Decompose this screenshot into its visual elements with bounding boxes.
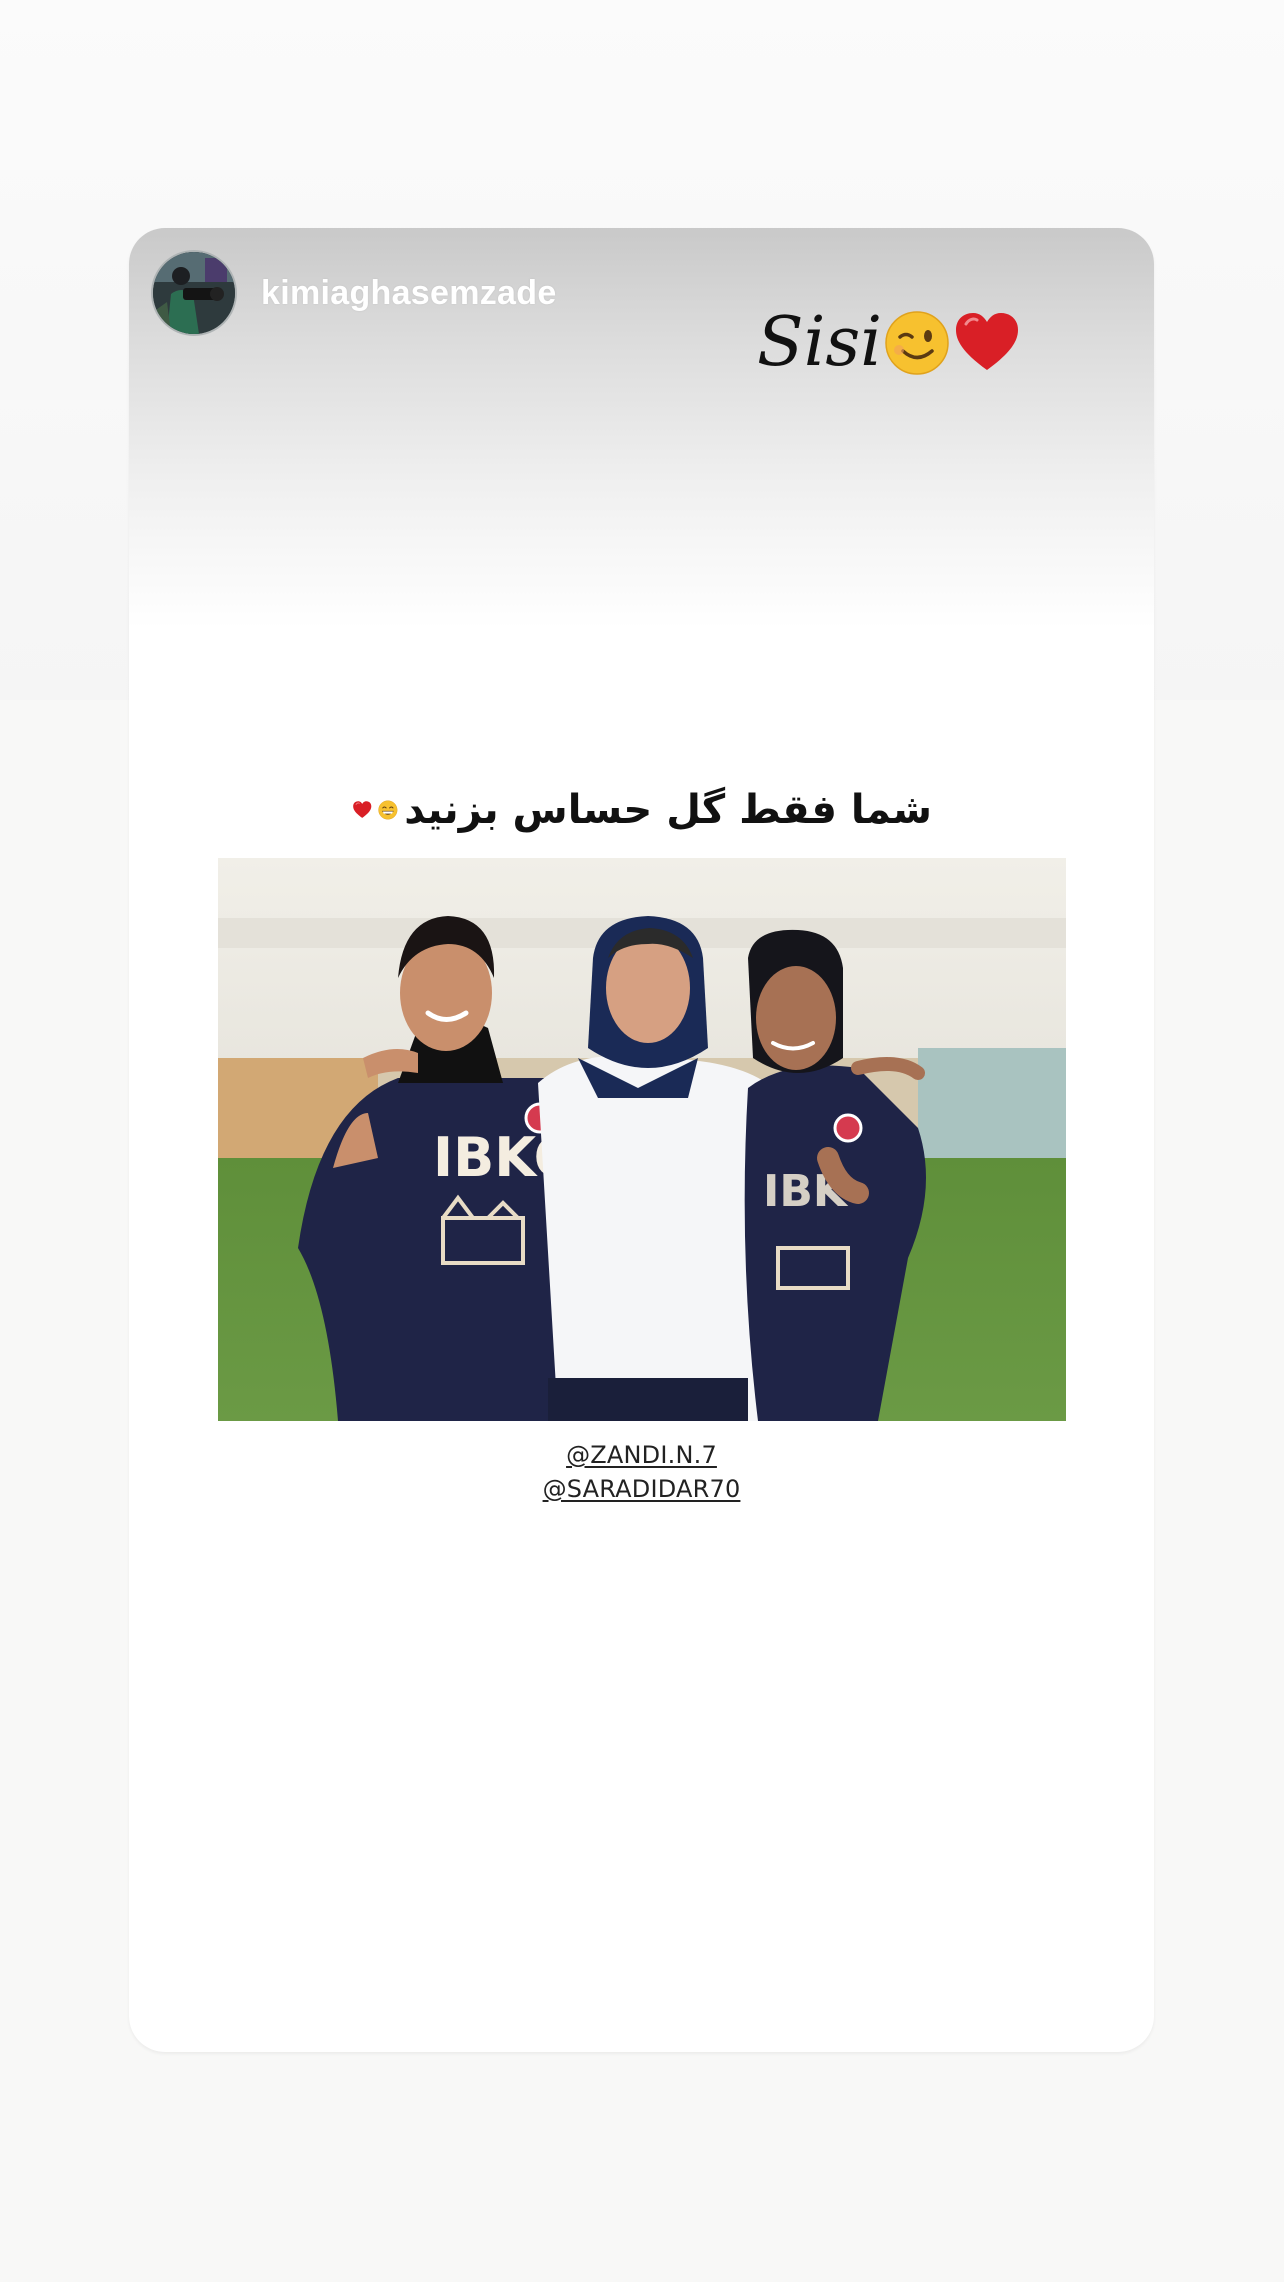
mention-list: @ZANDI.N.7 @SARADIDAR70 <box>129 1438 1154 1506</box>
caption: شما فقط گل حساس بزنید <box>352 780 932 840</box>
avatar-image <box>153 252 235 334</box>
mention-link[interactable]: @ZANDI.N.7 <box>129 1438 1154 1472</box>
avatar[interactable] <box>151 250 237 336</box>
story-card[interactable]: kimiaghasemzade Sisi شما فقط گل حساس بزن… <box>129 228 1154 2052</box>
username[interactable]: kimiaghasemzade <box>261 274 557 313</box>
photo-image: IBKO IBK <box>218 858 1066 1421</box>
winking-face-icon <box>885 311 949 375</box>
text-sticker[interactable]: Sisi <box>757 308 1022 378</box>
red-heart-icon <box>955 313 1018 370</box>
story-header[interactable]: kimiaghasemzade <box>151 250 557 336</box>
sticker-text: Sisi <box>757 303 882 382</box>
red-heart-icon <box>353 801 372 818</box>
caption-text: شما فقط گل حساس بزنید <box>404 787 932 833</box>
mention-link[interactable]: @SARADIDAR70 <box>129 1472 1154 1506</box>
team-photo[interactable]: IBKO IBK <box>218 858 1066 1421</box>
grinning-face-icon <box>378 800 398 820</box>
